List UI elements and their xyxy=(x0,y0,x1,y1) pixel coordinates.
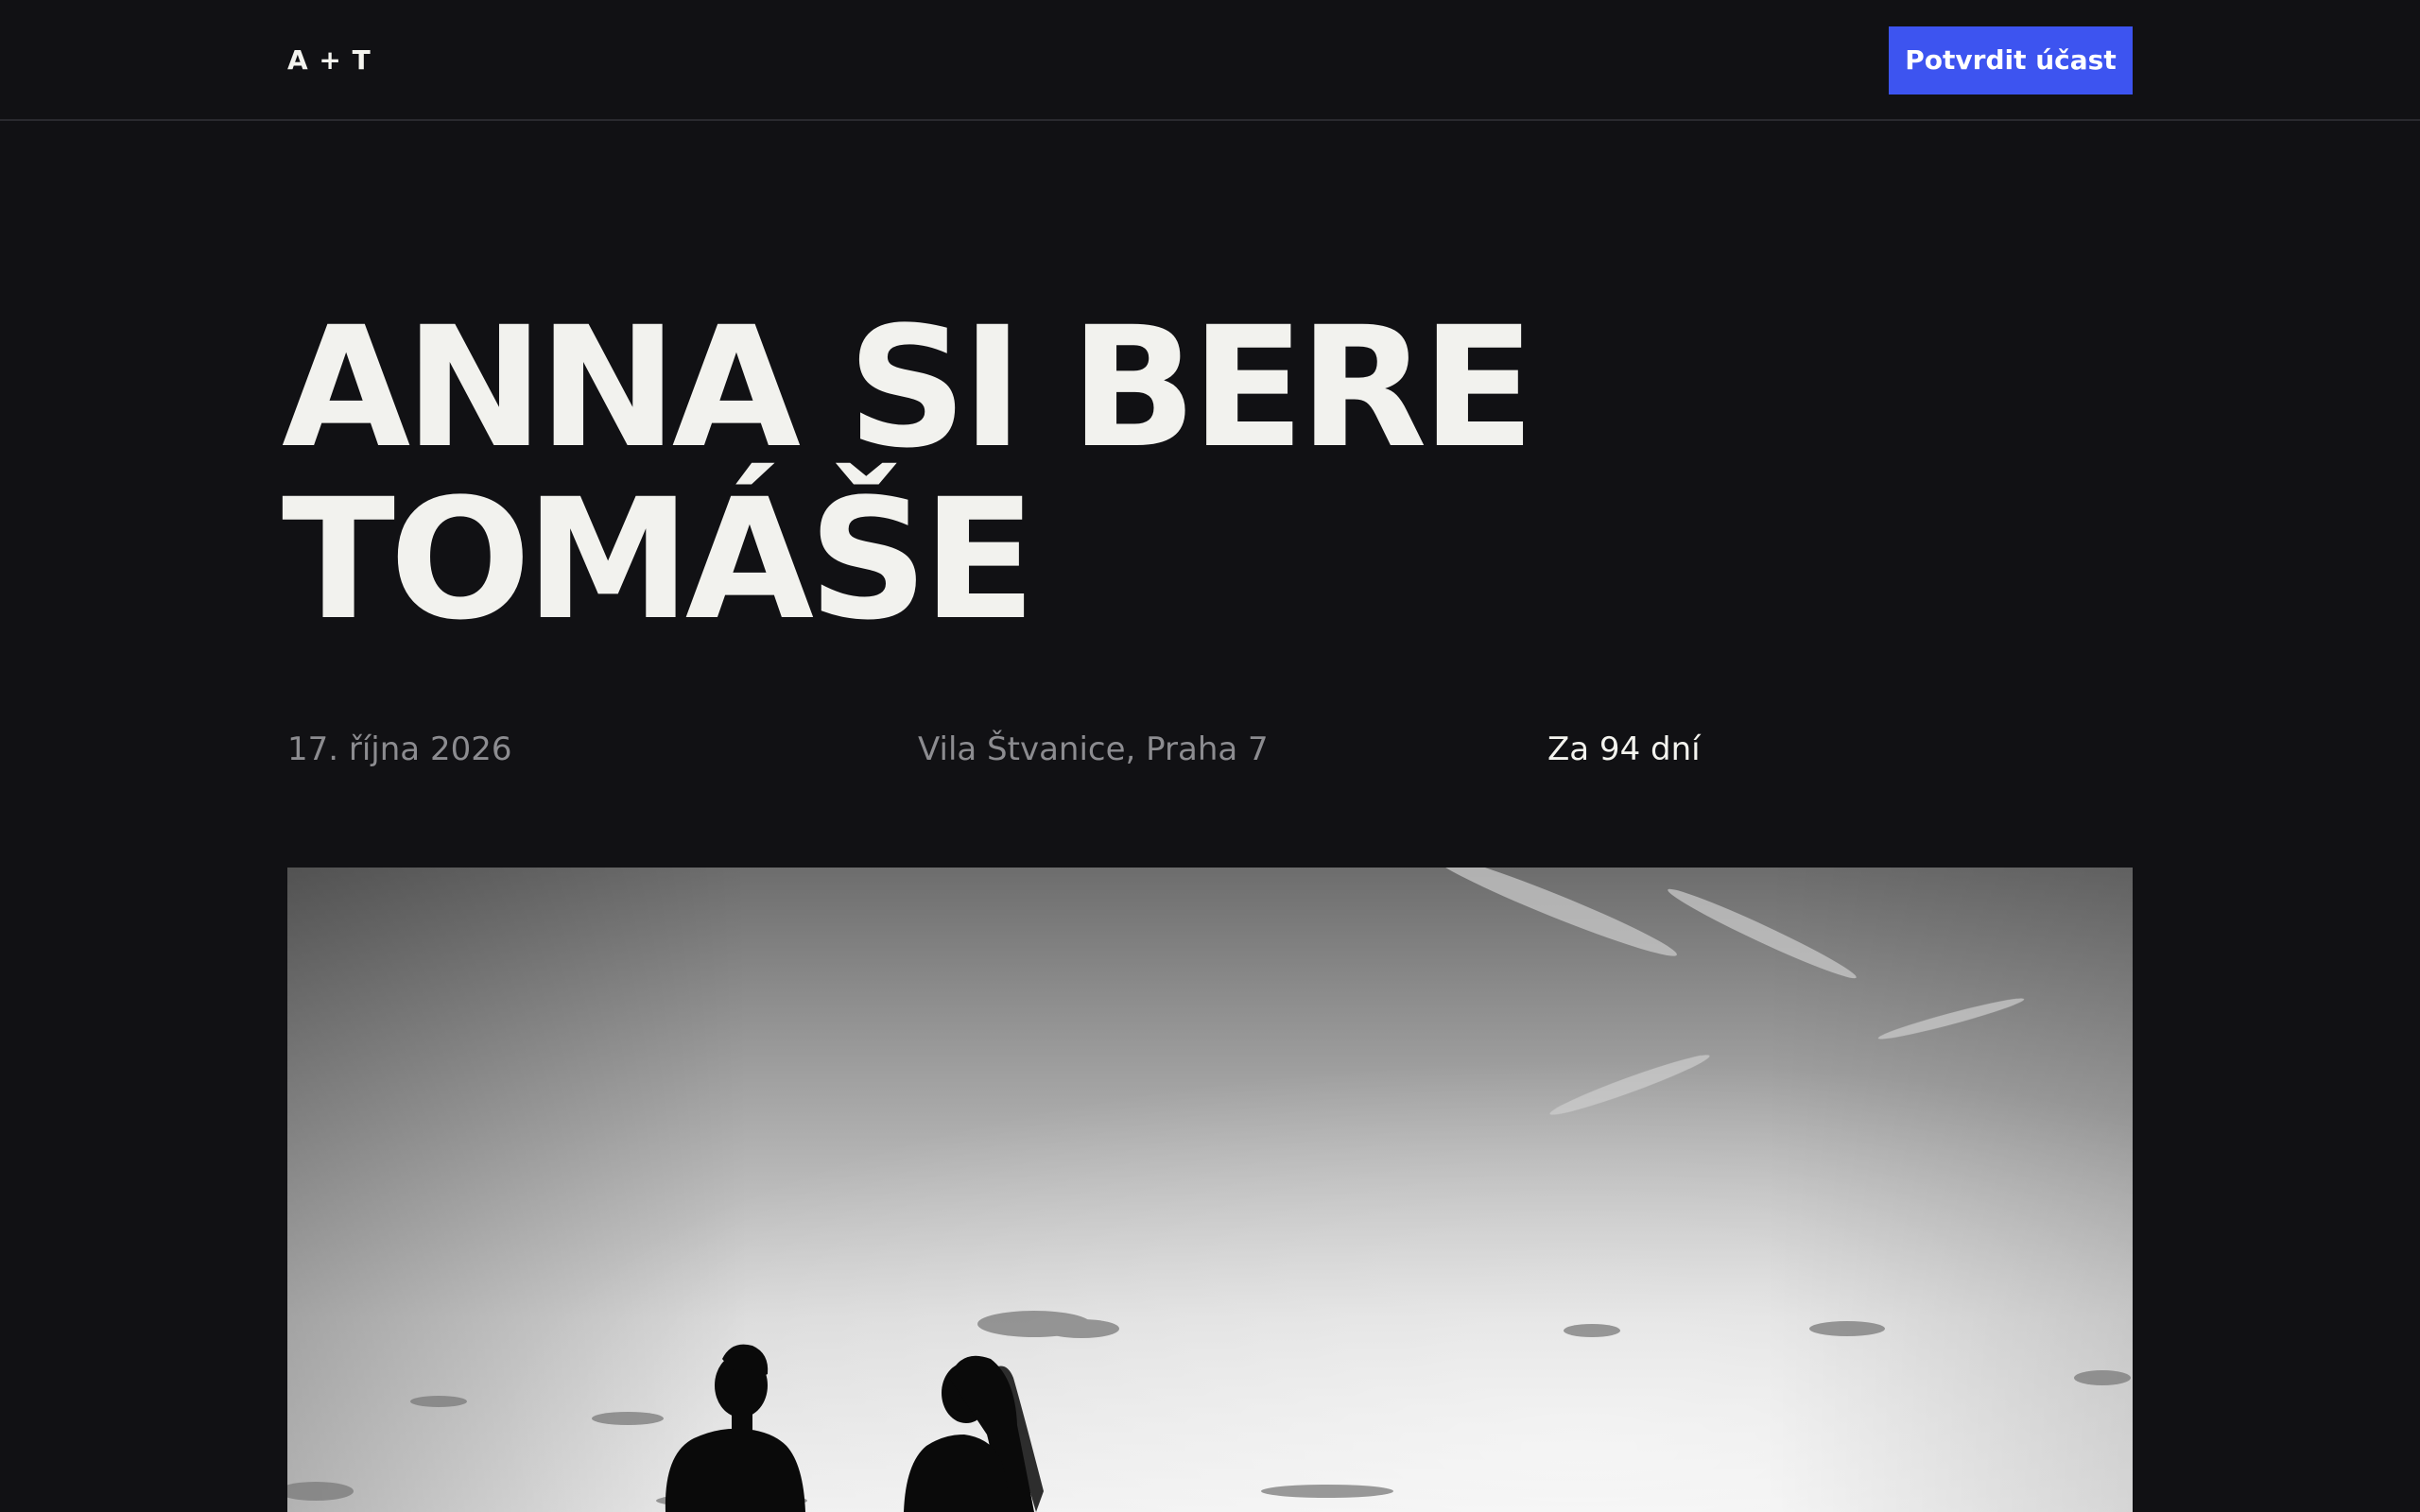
hero-photo xyxy=(287,868,2133,1512)
hero-headline-line-2: TOMÁŠE xyxy=(282,463,1036,657)
wedding-date: 17. října 2026 xyxy=(287,730,512,768)
hero-headline: ANNA SI BERE TOMÁŠE xyxy=(282,302,1983,646)
site-logo[interactable]: A + T xyxy=(287,42,372,79)
wedding-venue: Vila Štvanice, Praha 7 xyxy=(918,730,1269,768)
top-navigation-bar: A + T Potvrdit účast xyxy=(0,0,2420,121)
hero-headline-line-1: ANNA SI BERE xyxy=(282,291,1535,485)
couple-silhouette-photo xyxy=(287,868,2133,1512)
countdown: Za 94 dní xyxy=(1547,730,1701,768)
rsvp-button[interactable]: Potvrdit účast xyxy=(1889,26,2133,94)
